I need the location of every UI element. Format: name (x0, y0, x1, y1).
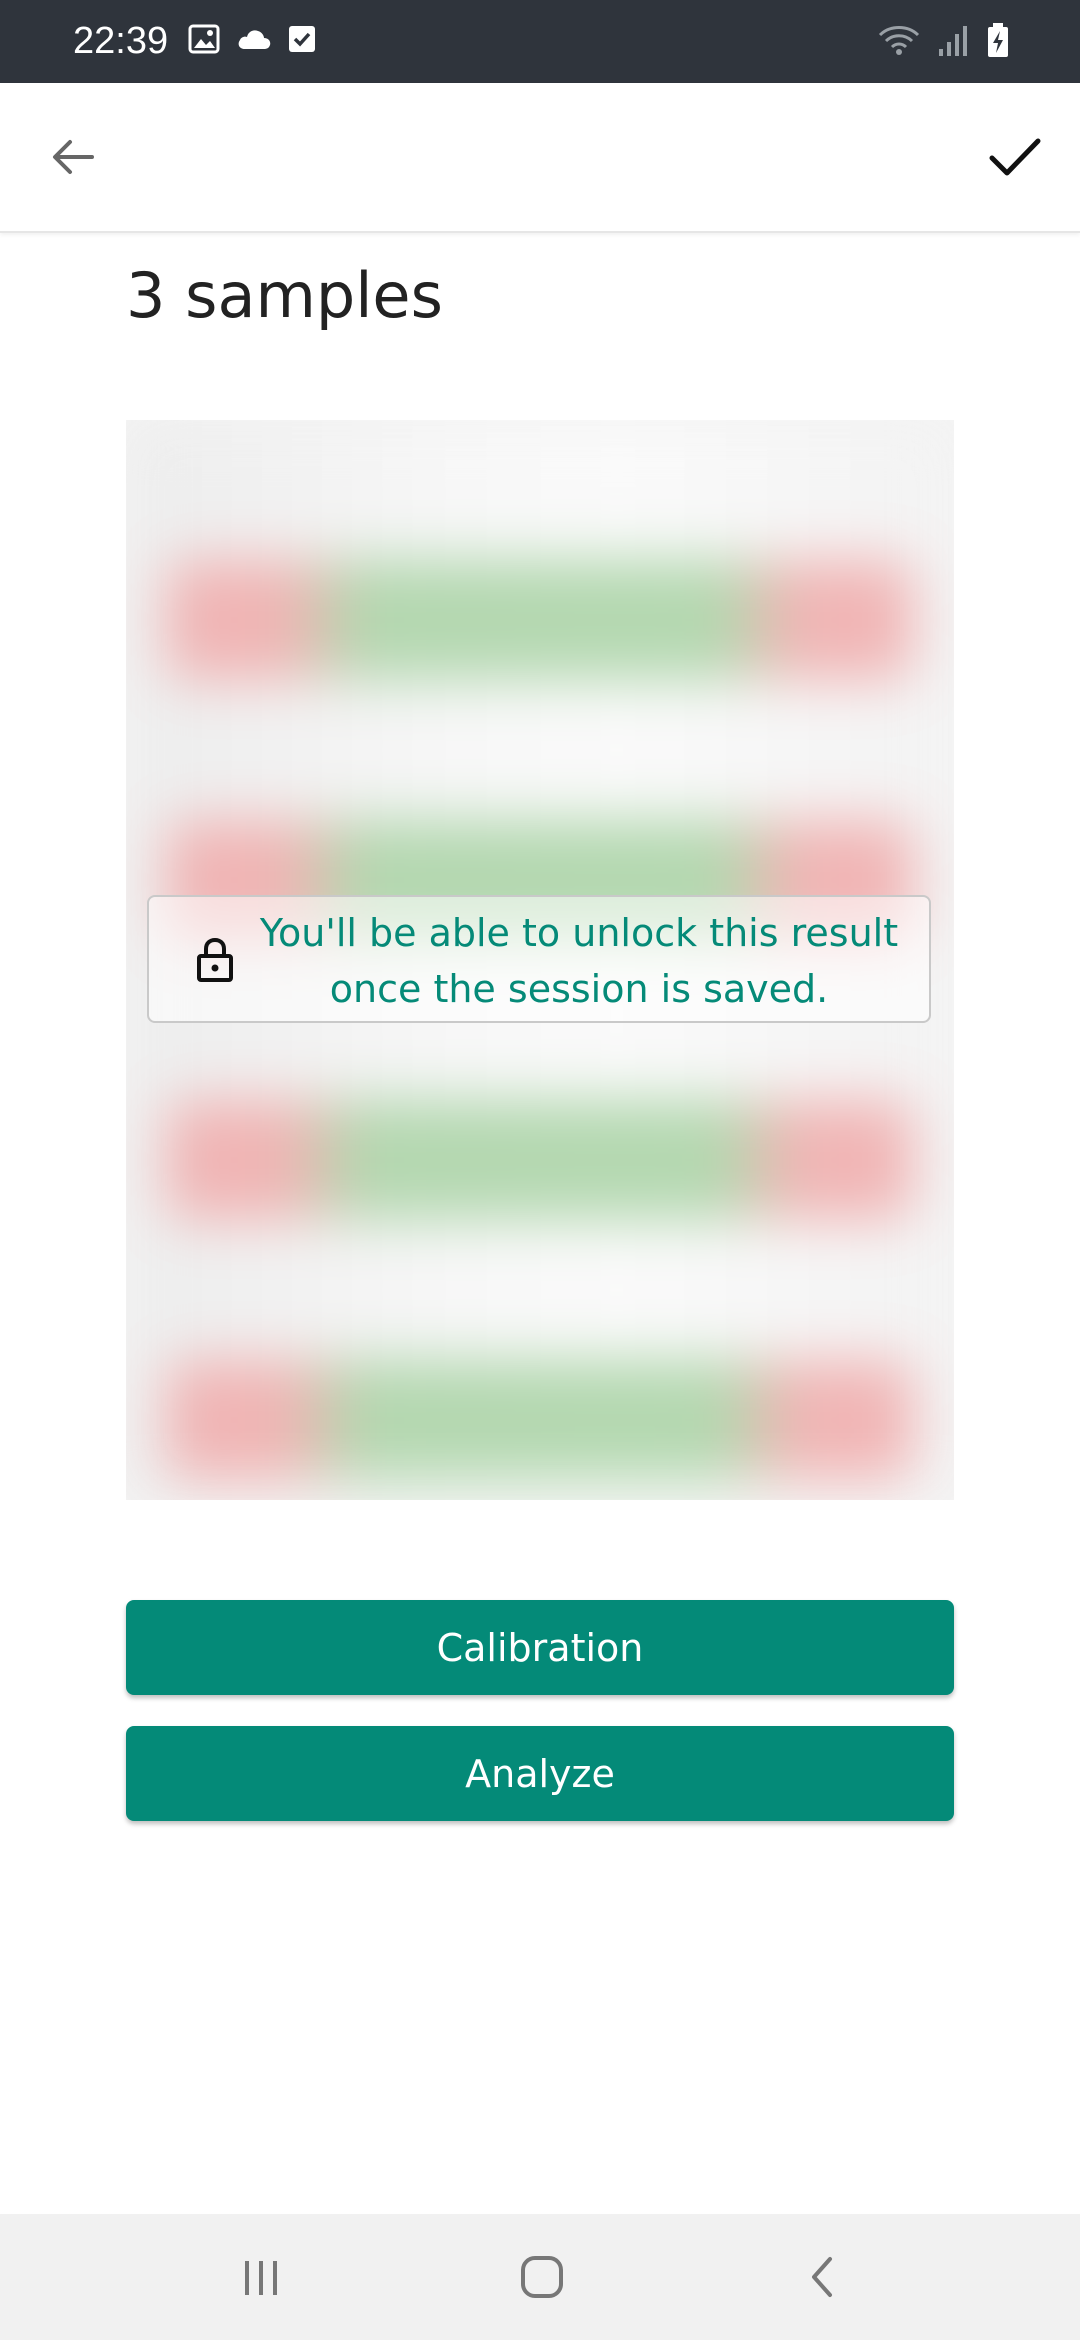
image-icon (188, 24, 220, 54)
analyze-button[interactable]: Analyze (126, 1726, 954, 1821)
back-icon (812, 2257, 832, 2297)
wifi-icon (878, 23, 920, 57)
lock-icon (197, 937, 233, 982)
lock-notice: You'll be able to unlock this result onc… (147, 895, 931, 1023)
system-back-button[interactable] (793, 2247, 853, 2307)
home-icon (521, 2256, 563, 2298)
app-bar (0, 83, 1080, 233)
check-icon (989, 138, 1041, 176)
back-button[interactable] (40, 125, 104, 189)
signal-icon (938, 23, 968, 57)
home-button[interactable] (512, 2247, 572, 2307)
status-bar: 22:39 (0, 0, 1080, 83)
lock-notice-text: You'll be able to unlock this result onc… (259, 911, 899, 1011)
status-icons-left (188, 24, 316, 54)
page-title: 3 samples (126, 259, 443, 332)
status-icons-right (878, 22, 1010, 58)
status-time: 22:39 (73, 20, 169, 62)
checkbox-icon (288, 24, 316, 54)
arrow-left-icon (53, 140, 94, 174)
calibration-button[interactable]: Calibration (126, 1600, 954, 1695)
system-nav-bar (0, 2214, 1080, 2340)
cloud-icon (236, 27, 272, 51)
recents-icon (245, 2261, 277, 2295)
confirm-button[interactable] (980, 123, 1050, 193)
battery-charging-icon (986, 22, 1010, 58)
recents-button[interactable] (231, 2247, 291, 2307)
